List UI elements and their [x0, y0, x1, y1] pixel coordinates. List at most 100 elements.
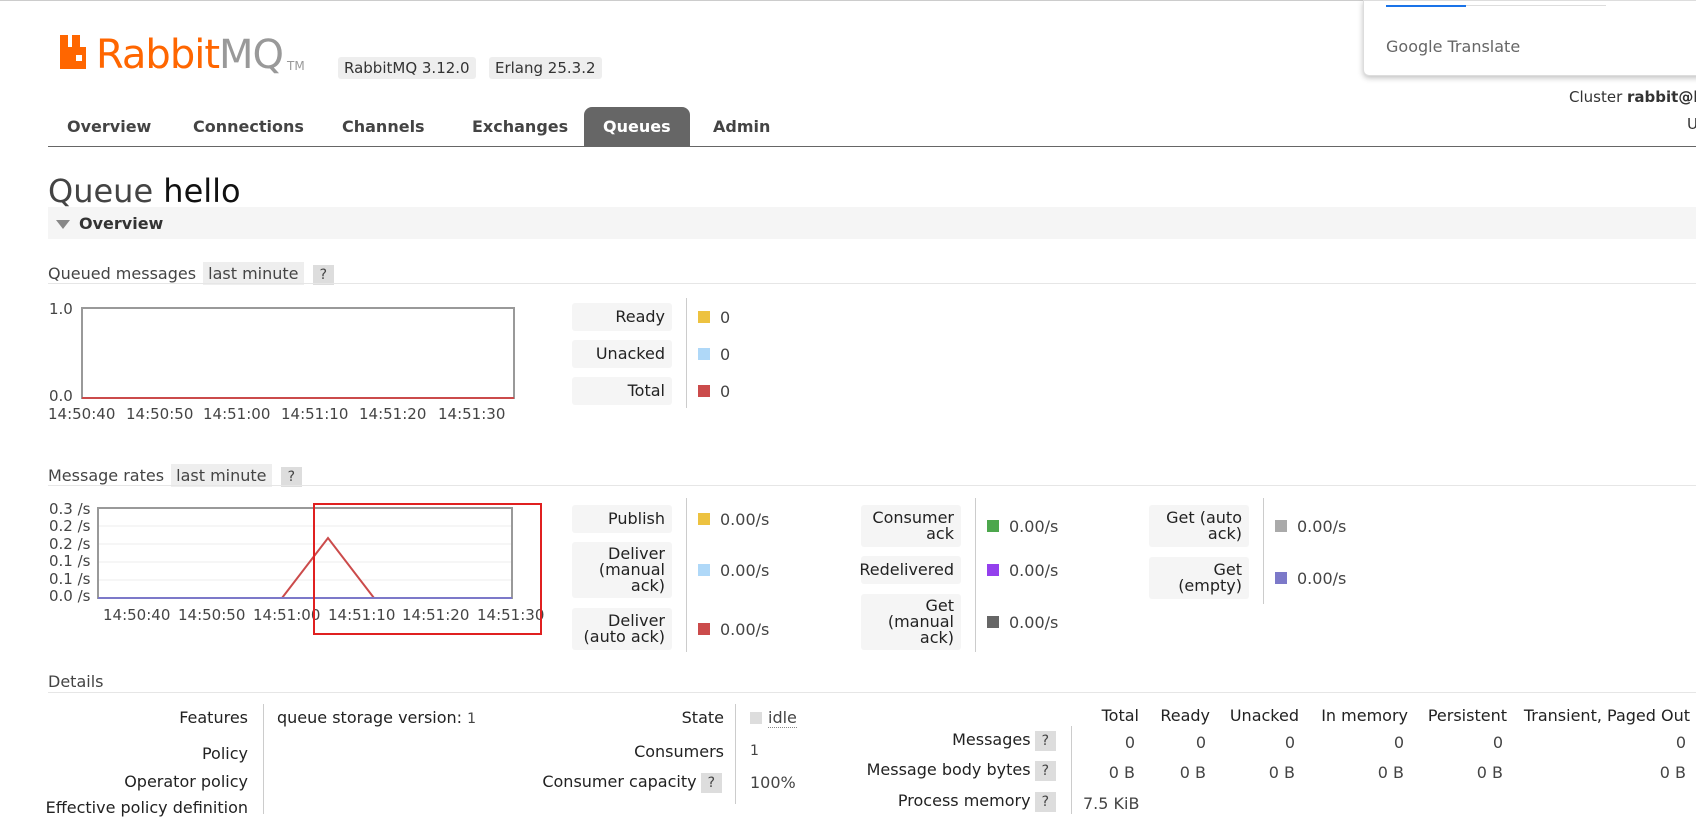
x-tick: 14:50:40	[48, 405, 116, 423]
legend-swatch	[1275, 572, 1287, 584]
table-cell: 0	[1393, 733, 1404, 752]
queued-messages-help[interactable]: ?	[312, 265, 335, 285]
rate-get-manual-ack-value: 0.00/s	[1009, 612, 1059, 632]
rate-consumer-ack-stat: 0.00/s	[987, 505, 1058, 547]
rate-deliver-manual-ack-value: 0.00/s	[720, 560, 770, 580]
rate-get-auto-ack-label: Get (auto ack)	[1149, 505, 1249, 547]
policy-label: Policy	[201, 744, 248, 763]
y-tick: 0.0	[49, 387, 73, 405]
rate-get-empty-stat: 0.00/s	[1275, 557, 1346, 599]
legend-swatch	[1275, 520, 1287, 532]
rate-get-auto-ack-value: 0.00/s	[1297, 516, 1347, 536]
rate-deliver-auto-ack-label: Deliver (auto ack)	[572, 608, 672, 650]
consumers-label: Consumers	[634, 742, 724, 761]
erlang-badge: Erlang 25.3.2	[489, 57, 602, 79]
stats-divider	[686, 498, 687, 652]
x-tick: 14:51:20	[359, 405, 427, 423]
legend-swatch	[698, 385, 710, 397]
logo-trademark: TM	[287, 59, 305, 73]
x-tick: 14:51:20	[402, 606, 470, 624]
x-tick: 14:50:50	[126, 405, 194, 423]
main-nav: Overview Connections Channels Exchanges …	[48, 107, 1696, 147]
queued-ready-stat: 0	[698, 303, 730, 331]
legend-swatch	[987, 564, 999, 576]
column-header-ready: Ready	[1160, 706, 1210, 725]
y-tick: 0.2 /s	[49, 534, 91, 553]
queued-messages-plot	[81, 307, 515, 399]
nav-tab-overview[interactable]: Overview	[48, 107, 170, 146]
queue-name: hello	[163, 172, 241, 210]
table-cell: 0 B	[1377, 763, 1404, 782]
nav-tab-admin[interactable]: Admin	[694, 107, 789, 146]
rate-consumer-ack-value: 0.00/s	[1009, 516, 1059, 536]
rate-deliver-manual-ack-label: Deliver (manual ack)	[572, 542, 672, 598]
table-cell: 0 B	[1476, 763, 1503, 782]
details-divider	[735, 704, 736, 804]
stats-divider	[975, 498, 976, 652]
operator-policy-label: Operator policy	[124, 772, 248, 791]
queued-ready-label: Ready	[572, 303, 672, 331]
cluster-label: Cluster	[1569, 88, 1623, 106]
legend-swatch	[698, 564, 710, 576]
rate-publish-stat: 0.00/s	[698, 505, 769, 533]
message-rates-help[interactable]: ?	[280, 467, 303, 487]
rate-get-manual-ack-stat: 0.00/s	[987, 594, 1058, 650]
y-tick: 1.0	[49, 300, 73, 318]
y-tick: 0.2 /s	[49, 517, 91, 536]
nav-tab-exchanges[interactable]: Exchanges	[453, 107, 587, 146]
table-cell: 7.5 KiB	[1083, 794, 1140, 813]
message-rates-title: Message rates	[48, 466, 165, 485]
row-help[interactable]: ?	[1034, 731, 1056, 751]
queued-messages-range[interactable]: last minute	[203, 262, 304, 285]
table-cell: 0	[1492, 733, 1503, 752]
rate-get-empty-value: 0.00/s	[1297, 568, 1347, 588]
translate-tab-indicator	[1386, 5, 1466, 7]
x-tick: 14:51:30	[477, 606, 545, 624]
nav-tab-queues[interactable]: Queues	[584, 107, 690, 146]
overview-section-toggle[interactable]: Overview	[48, 207, 1696, 239]
consumer-capacity-help[interactable]: ?	[700, 773, 722, 793]
column-header-in-memory: In memory	[1321, 706, 1408, 725]
x-tick: 14:51:10	[281, 405, 349, 423]
rabbitmq-logo-icon	[60, 35, 86, 69]
message-rates-heading: Message rates last minute ?	[48, 464, 303, 487]
consumer-capacity-value: 100%	[750, 773, 796, 792]
rate-redelivered-stat: 0.00/s	[987, 556, 1058, 584]
rate-deliver-auto-ack-stat: 0.00/s	[698, 608, 769, 650]
table-cell: 0 B	[1659, 763, 1686, 782]
rate-get-empty-label: Get (empty)	[1149, 557, 1249, 599]
overview-section-title: Overview	[79, 214, 164, 233]
table-cell: 0	[1124, 733, 1135, 752]
rate-publish-value: 0.00/s	[720, 509, 770, 529]
nav-tab-connections[interactable]: Connections	[174, 107, 323, 146]
y-tick: 0.3 /s	[49, 500, 91, 518]
nav-tab-channels[interactable]: Channels	[323, 107, 444, 146]
queued-ready-value: 0	[720, 307, 731, 327]
rabbitmq-logo[interactable]: RabbitMQ TM	[60, 35, 305, 75]
row-label-process-memory: Process memory?	[898, 791, 1056, 812]
message-rates-range[interactable]: last minute	[171, 464, 272, 487]
stats-divider	[1263, 498, 1264, 604]
queued-total-stat: 0	[698, 377, 730, 405]
row-help[interactable]: ?	[1034, 761, 1056, 781]
google-translate-popup[interactable]: Google Translate	[1363, 0, 1696, 76]
rate-redelivered-label: Redelivered	[859, 556, 961, 584]
table-cell: 0	[1195, 733, 1206, 752]
row-help[interactable]: ?	[1034, 792, 1056, 812]
rate-publish-label: Publish	[572, 505, 672, 533]
queued-messages-heading: Queued messages last minute ?	[48, 262, 335, 285]
rate-redelivered-value: 0.00/s	[1009, 560, 1059, 580]
y-tick: 0.1 /s	[49, 569, 91, 588]
table-cell: 0 B	[1268, 763, 1295, 782]
effective-policy-label: Effective policy definition	[45, 798, 248, 817]
series-line-deliver-auto-ack-	[98, 536, 512, 599]
legend-swatch	[698, 311, 710, 323]
row-label-messages: Messages?	[952, 730, 1056, 751]
x-tick: 14:51:30	[438, 405, 506, 423]
consumers-value: 1	[750, 743, 759, 759]
translate-tab-track	[1466, 5, 1606, 6]
divider	[48, 485, 1696, 486]
divider	[48, 692, 1696, 693]
legend-swatch	[987, 616, 999, 628]
queued-total-value: 0	[720, 381, 731, 401]
